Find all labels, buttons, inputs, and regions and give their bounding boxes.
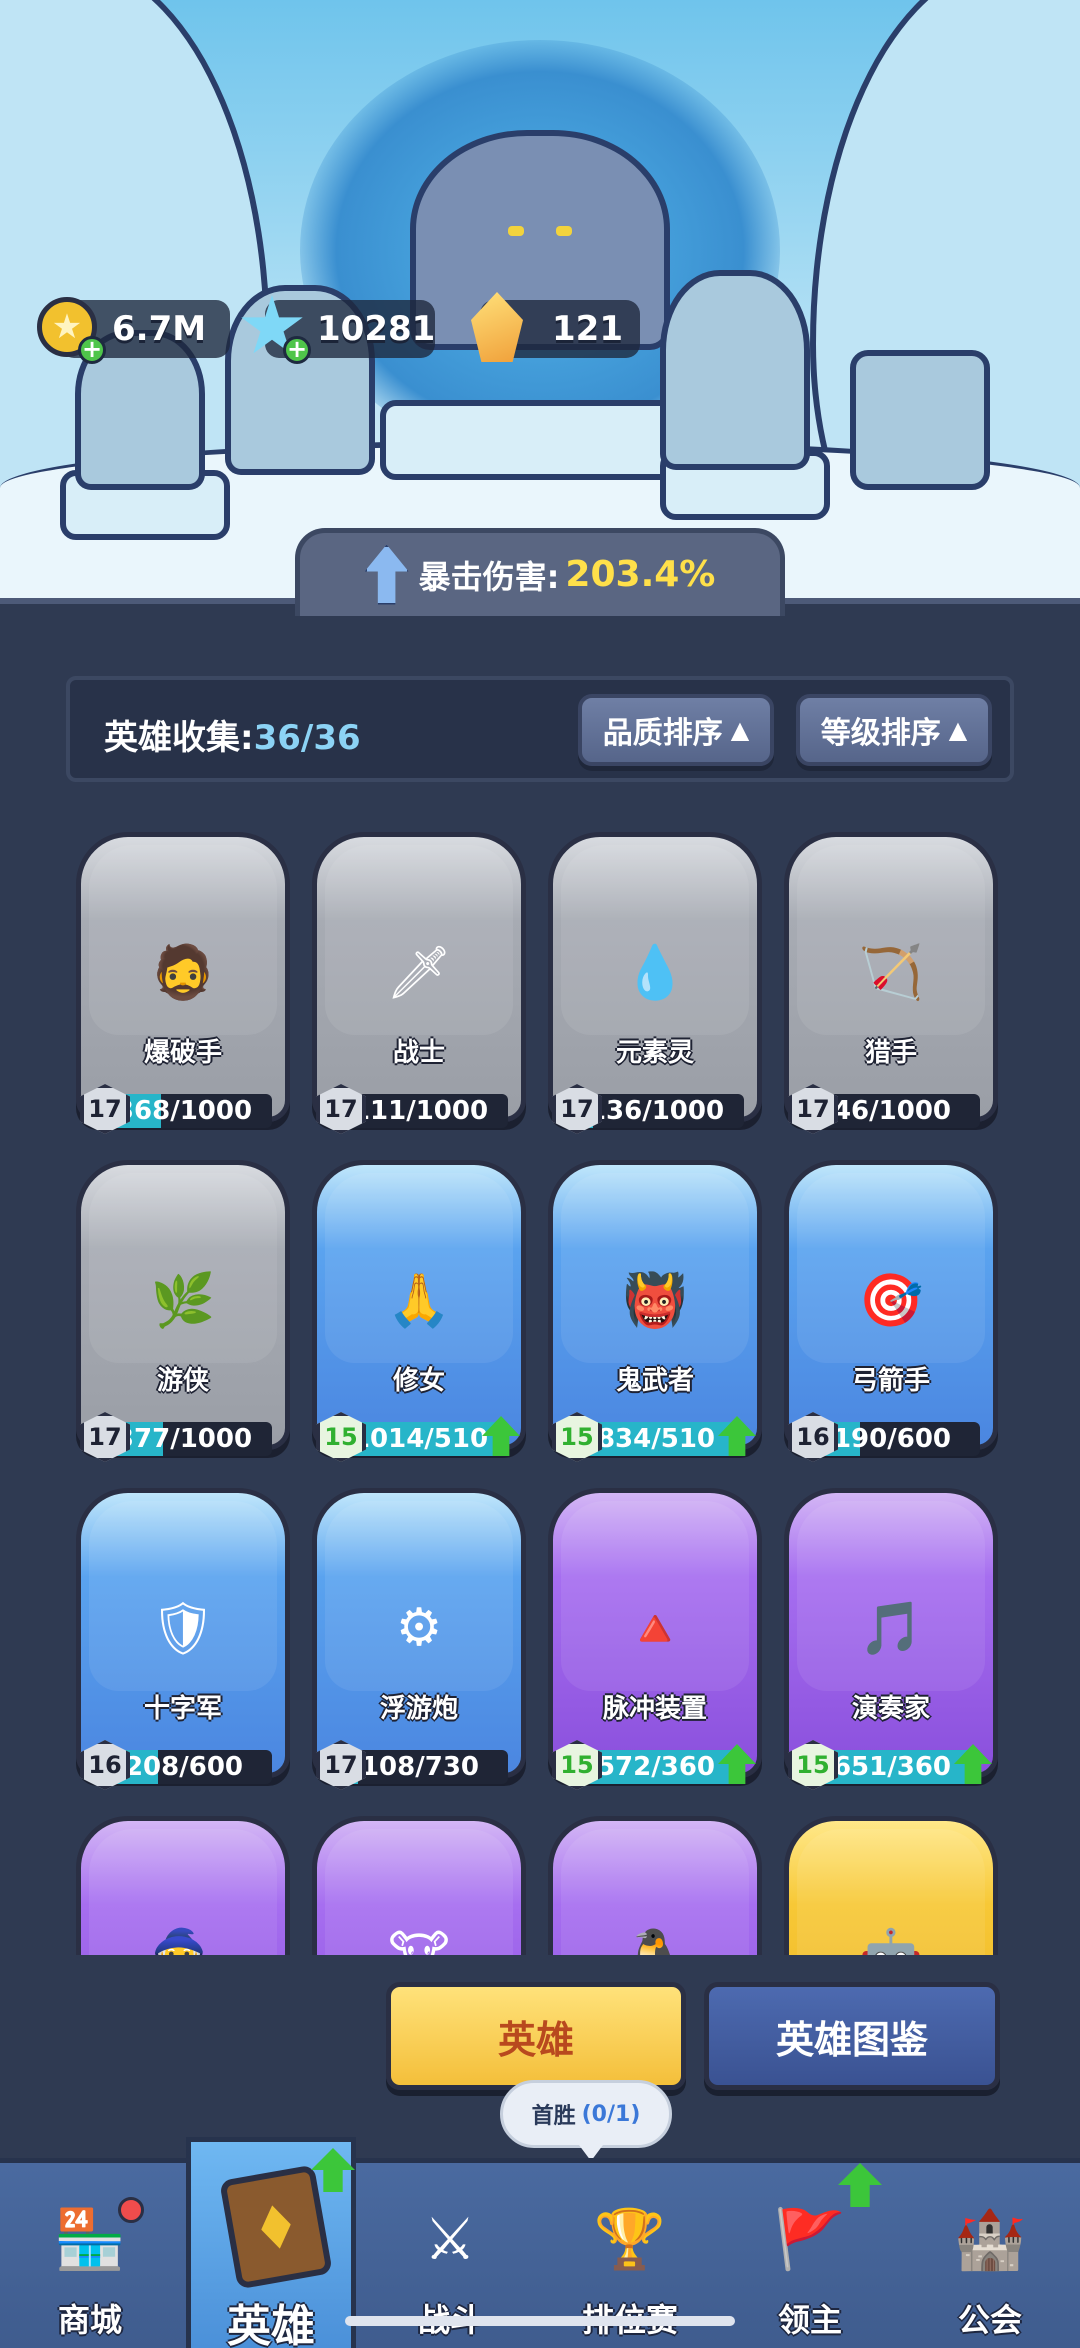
hero-name: 战士 xyxy=(392,1038,445,1068)
hero-portrait: 💧 xyxy=(622,942,688,1003)
hero-portrait: 🙏 xyxy=(386,1270,452,1331)
hero-portrait: 🔺 xyxy=(622,1598,688,1659)
hero-card[interactable]: 🛡 十字军 208/600 16 xyxy=(76,1488,290,1798)
hero-portrait: 🏹 xyxy=(858,942,924,1003)
hero-card[interactable]: 💧 元素灵 136/1000 17 xyxy=(548,832,762,1142)
hero-portrait: 🗡 xyxy=(385,942,452,1003)
crystal-currency[interactable]: 121 xyxy=(471,292,640,362)
hero-card[interactable]: 🗡 战士 111/1000 17 xyxy=(312,832,526,1142)
hero-card[interactable]: 🙏 修女 1014/510 15 xyxy=(312,1160,526,1470)
nav-label-guild: 公会 xyxy=(957,2301,1022,2339)
hero-card[interactable]: 🔺 脉冲装置 572/360 15 xyxy=(548,1488,762,1798)
guild-tower-icon: 🏰 xyxy=(953,2204,1027,2273)
hero-card[interactable]: 🤖 xyxy=(784,1816,998,1955)
crit-damage-value: 203.4% xyxy=(565,554,716,595)
crossed-swords-icon: ⚔ xyxy=(424,2205,476,2273)
nav-item-heroes[interactable]: 英雄 xyxy=(186,2137,356,2348)
first-win-label: 首胜 xyxy=(531,2104,576,2129)
hero-tab-button[interactable]: 英雄 xyxy=(386,1982,686,2090)
hero-name: 游侠 xyxy=(156,1366,209,1396)
collection-bar: 英雄收集:36/36 品质排序 ▲ 等级排序 ▲ xyxy=(66,676,1014,782)
gold-currency[interactable]: ★ + 6.7M xyxy=(37,297,230,364)
collection-title: 英雄收集: xyxy=(104,718,254,758)
collection-label: 英雄收集:36/36 xyxy=(104,710,361,759)
hero-name: 修女 xyxy=(392,1366,445,1396)
hero-portrait: 👹 xyxy=(622,1270,688,1331)
hero-card[interactable]: ⚙ 浮游炮 108/730 17 xyxy=(312,1488,526,1798)
hero-name: 脉冲装置 xyxy=(602,1694,707,1724)
gold-coin-icon: ★ + xyxy=(30,290,106,364)
add-gold-icon[interactable]: + xyxy=(78,336,106,364)
home-indicator xyxy=(345,2316,735,2326)
hero-name: 十字军 xyxy=(143,1694,222,1724)
hero-portrait: 🧔 xyxy=(150,942,216,1003)
hero-card[interactable]: 🌿 游侠 377/1000 17 xyxy=(76,1160,290,1470)
hero-portrait: 🌿 xyxy=(150,1270,216,1331)
collection-count: 36/36 xyxy=(253,718,361,758)
robot-statue xyxy=(850,350,990,490)
hero-portrait: 🛡 xyxy=(149,1598,216,1659)
gem-currency[interactable]: + 10281 xyxy=(241,295,436,364)
hero-card[interactable]: 🧔 爆破手 368/1000 17 xyxy=(76,832,290,1142)
add-gem-icon[interactable]: + xyxy=(283,336,311,364)
sort-by-level-button[interactable]: 等级排序 ▲ xyxy=(796,694,992,766)
blue-gem-icon: + xyxy=(235,290,311,364)
nav-item-shop[interactable]: 🏪 商城 xyxy=(0,2163,180,2348)
hero-card[interactable]: 🎯 弓箭手 190/600 16 xyxy=(784,1160,998,1470)
sort-by-quality-button[interactable]: 品质排序 ▲ xyxy=(578,694,774,766)
nav-item-lord[interactable]: 🚩 领主 xyxy=(720,2163,900,2348)
crit-damage-banner: 暴击伤害: 203.4% xyxy=(295,528,785,616)
crystal-amount: 121 xyxy=(552,309,623,349)
hero-card[interactable]: 🧙 xyxy=(76,1816,290,1955)
gem-amount: 10281 xyxy=(317,309,436,349)
hero-portrait: 🤖 xyxy=(856,1916,926,1956)
first-win-progress: (0/1) xyxy=(581,2101,641,2127)
sort-asc-icon: ▲ xyxy=(948,716,968,744)
hero-codex-button[interactable]: 英雄图鉴 xyxy=(704,1982,1000,2090)
crit-damage-label: 暴击伤害: xyxy=(418,557,560,596)
hero-name: 猎手 xyxy=(864,1038,917,1068)
hero-portrait: 🧙 xyxy=(148,1916,218,1956)
upgrade-arrow-icon xyxy=(364,544,409,605)
hero-portrait: 🎯 xyxy=(858,1270,924,1331)
dragon-pedestal xyxy=(380,400,700,480)
hero-name: 弓箭手 xyxy=(851,1366,930,1396)
hero-grid: 🧔 爆破手 368/1000 17 🗡 战士 111/1000 17 💧 元素灵 136/1000 1… xyxy=(0,820,1080,1955)
hero-name: 元素灵 xyxy=(615,1038,694,1068)
gold-amount: 6.7M xyxy=(112,309,207,349)
hero-statue xyxy=(660,270,810,470)
hero-card[interactable]: 🏹 猎手 46/1000 17 xyxy=(784,832,998,1142)
hero-portrait: 🎵 xyxy=(858,1598,924,1659)
sort-quality-label: 品质排序 xyxy=(602,716,723,751)
hero-card[interactable]: 🐧 xyxy=(548,1816,762,1955)
hero-card[interactable]: 👹 鬼武者 834/510 15 xyxy=(548,1160,762,1470)
hero-portrait: 🐮 xyxy=(384,1916,454,1955)
sort-level-label: 等级排序 xyxy=(820,716,941,751)
hero-portrait: ⚙ xyxy=(395,1598,443,1658)
orange-crystal-icon xyxy=(460,290,534,364)
nav-label-shop: 商城 xyxy=(57,2301,122,2339)
nav-label-lord: 领主 xyxy=(777,2301,842,2339)
hero-portrait: 🐧 xyxy=(620,1916,690,1956)
hero-name: 鬼武者 xyxy=(615,1366,694,1396)
ranked-shield-icon: 🏆 xyxy=(593,2204,667,2273)
hero-name: 爆破手 xyxy=(143,1038,222,1068)
hero-card-icon xyxy=(219,2164,333,2290)
nav-item-guild[interactable]: 🏰 公会 xyxy=(900,2163,1080,2348)
notification-dot xyxy=(118,2197,144,2223)
lord-banner-icon: 🚩 xyxy=(773,2204,847,2273)
sort-asc-icon: ▲ xyxy=(730,716,750,744)
hero-card[interactable]: 🐮 xyxy=(312,1816,526,1955)
first-win-tooltip: 首胜 (0/1) xyxy=(500,2080,672,2161)
hero-name: 演奏家 xyxy=(851,1694,930,1724)
nav-label-heroes: 英雄 xyxy=(227,2301,315,2348)
hero-name: 浮游炮 xyxy=(379,1694,458,1724)
hero-card[interactable]: 🎵 演奏家 651/360 15 xyxy=(784,1488,998,1798)
